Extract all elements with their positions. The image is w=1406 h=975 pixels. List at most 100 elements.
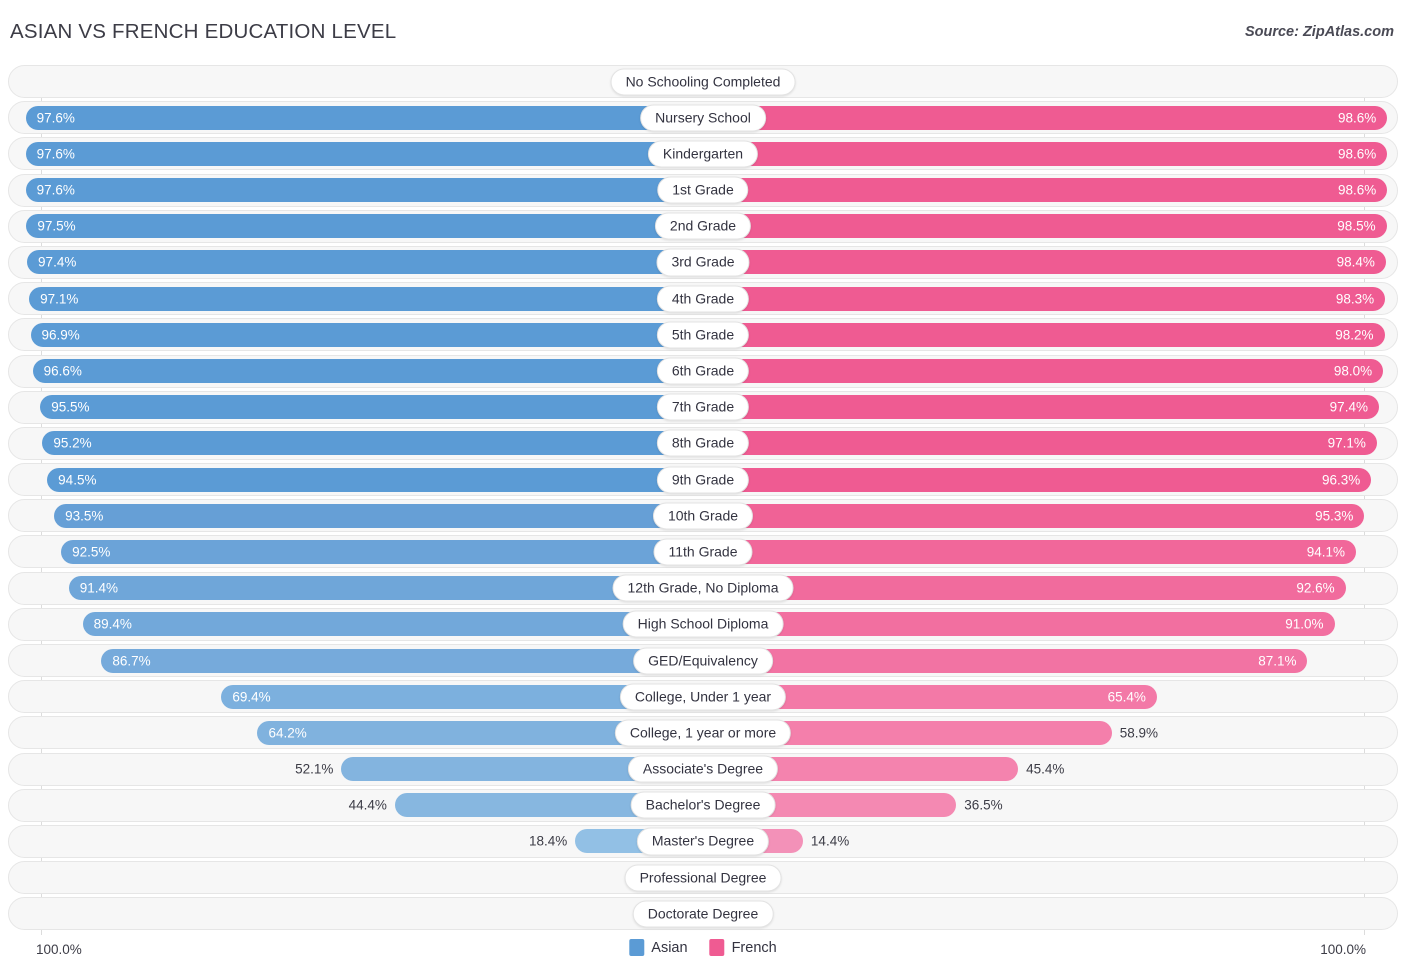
bar-value-asian: 86.7% [112,652,151,668]
chart-row: 18.4% 14.4% Master's Degree [8,824,1398,858]
bar-value-french: 87.1% [1258,652,1297,668]
bar-french: 97.4% [703,395,1379,420]
bar-value-asian: 97.1% [40,290,79,306]
category-label: Doctorate Degree [632,900,774,928]
chart-row: 91.4% 92.6% 12th Grade, No Diploma [8,571,1398,605]
row-right-half: 96.3% [703,464,1397,495]
category-label: High School Diploma [622,610,784,638]
chart-row: 97.6% 98.6% Kindergarten [8,137,1398,171]
bar-value-french: 96.3% [1322,471,1361,487]
row-right-half: 98.6% [703,175,1397,206]
bar-french: 96.3% [703,467,1372,492]
row-right-half: 97.4% [703,392,1397,423]
bar-value-french: 65.4% [1107,688,1146,704]
chart-row: 2.4%1.5%No Schooling Completed [8,65,1398,98]
legend-label: Asian [651,939,688,956]
chart-row: 5.5%4.2%Professional Degree [8,861,1398,895]
bar-value-french: 98.6% [1338,182,1377,198]
category-label: 3rd Grade [656,248,750,276]
bar-value-french: 97.1% [1327,435,1366,451]
diverging-bar-chart: 2.4%1.5%No Schooling Completed97.6%98.6%… [8,65,1398,935]
bar-french: 98.6% [703,105,1388,130]
chart-footer: 100.0% Asian French 100.0% [8,936,1398,970]
row-right-half: 1.5% [703,66,1397,97]
row-right-half: 98.6% [703,102,1397,133]
bar-value-asian: 97.4% [38,254,77,270]
row-right-half: 94.1% [703,536,1397,567]
category-label: 12th Grade, No Diploma [612,574,794,602]
bar-french: 98.0% [703,359,1384,383]
bar-value-french: 98.6% [1338,146,1377,162]
chart-row: 96.6% 98.0% 6th Grade [8,354,1398,388]
bar-french: 92.6% [703,576,1346,601]
legend-item[interactable]: French [709,939,777,956]
bar-french: 98.6% [703,141,1388,166]
chart-rows: 2.4%1.5%No Schooling Completed97.6%98.6%… [8,65,1398,934]
category-label: 4th Grade [656,285,750,313]
bar-french: 97.1% [703,431,1377,456]
category-label: 1st Grade [657,176,749,204]
bar-asian: 95.5% [40,395,703,420]
bar-value-french: 92.6% [1296,580,1335,596]
chart-row: 86.7% 87.1% GED/Equivalency [8,644,1398,677]
bar-asian: 97.6% [25,141,703,166]
bar-value-french: 36.5% [964,797,1003,813]
row-left-half: 2.4% [9,66,703,97]
bar-asian: 97.1% [29,286,703,311]
bar-french: 98.6% [703,178,1388,203]
row-left-half: 97.4% [9,247,703,278]
row-right-half: 97.1% [703,428,1397,459]
row-right-half: 14.4% [703,826,1397,857]
bar-value-asian: 97.6% [36,182,75,198]
legend-swatch-icon [709,939,725,956]
row-right-half: 95.3% [703,500,1397,531]
bar-french: 94.1% [703,539,1357,564]
source-note: Source: ZipAtlas.com [1244,24,1394,40]
axis-right-max-label: 100.0% [1320,942,1366,957]
bar-value-asian: 93.5% [65,508,104,523]
bar-asian: 86.7% [101,648,703,673]
category-label: Bachelor's Degree [630,791,776,819]
row-left-half: 93.5% [9,500,703,531]
category-label: Associate's Degree [627,755,779,783]
category-label: Nursery School [640,104,766,132]
chart-row: 95.5% 97.4% 7th Grade [8,390,1398,424]
bar-french: 91.0% [703,612,1335,637]
row-right-half: 92.6% [703,573,1397,604]
bar-value-french: 14.4% [810,833,850,849]
row-left-half: 5.5% [9,862,703,893]
bar-french: 98.2% [703,322,1385,347]
bar-value-asian: 64.2% [268,725,307,741]
bar-french: 95.3% [703,503,1365,528]
chart-row: 94.5% 96.3% 9th Grade [8,463,1398,497]
row-left-half: 97.6% [9,138,703,169]
category-label: 6th Grade [656,357,750,385]
bar-value-asian: 69.4% [232,688,271,704]
category-label: College, 1 year or more [614,719,792,747]
category-label: 2nd Grade [654,212,752,240]
bar-value-french: 98.3% [1335,290,1375,306]
category-label: 5th Grade [656,321,750,349]
row-right-half: 36.5% [703,790,1397,821]
row-left-half: 52.1% [9,754,703,785]
chart-row: 97.6% 98.6% 1st Grade [8,173,1398,207]
row-left-half: 89.4% [9,609,703,640]
row-left-half: 97.1% [9,283,703,314]
bar-value-french: 45.4% [1026,761,1065,777]
bar-french: 98.3% [703,286,1386,311]
bar-value-asian: 96.9% [41,327,80,343]
row-left-half: 96.9% [9,319,703,350]
row-right-half: 98.4% [703,247,1397,278]
bar-asian: 95.2% [42,431,703,456]
bar-value-asian: 89.4% [93,616,132,632]
bar-value-asian: 18.4% [529,833,568,849]
legend-swatch-icon [629,939,645,956]
legend-item[interactable]: Asian [629,939,688,956]
chart-page: ASIAN VS FRENCH EDUCATION LEVEL Source: … [0,0,1406,975]
bar-value-french: 91.0% [1285,616,1324,632]
bar-asian: 97.6% [25,178,703,203]
row-left-half: 97.6% [9,102,703,133]
bar-value-asian: 97.6% [36,146,75,162]
row-right-half: 91.0% [703,609,1397,640]
row-left-half: 92.5% [9,536,703,567]
